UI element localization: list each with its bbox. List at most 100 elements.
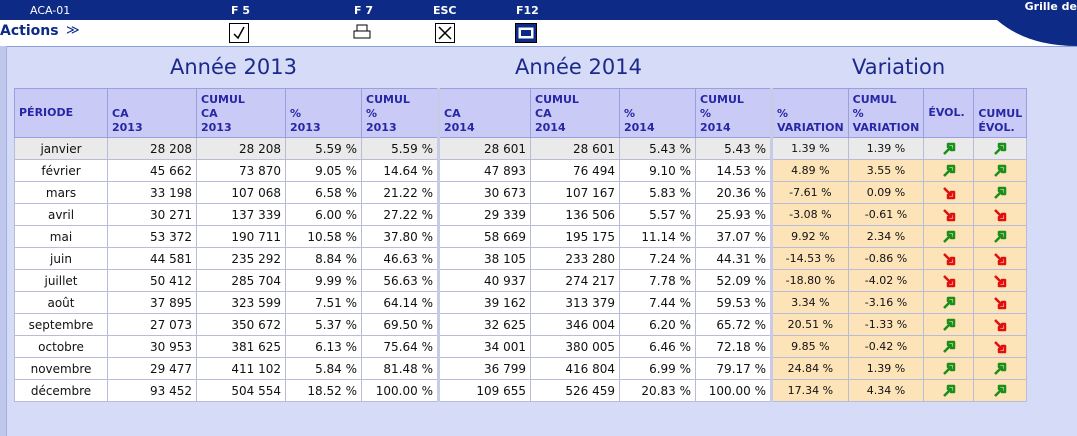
table-row[interactable]: septembre 27 073 350 672 5.37 % 69.50 % 32 62… [14, 313, 1028, 336]
cell-cumul-ca-2013: 107 068 [196, 181, 286, 204]
cell-cumul-pct-2013: 21.22 % [361, 181, 439, 204]
cell-cumul-ca-2014: 28 601 [530, 137, 620, 160]
table-row[interactable]: mars 33 198 107 068 6.58 % 21.22 % 30 673 107 … [14, 181, 1028, 204]
cell-cumul-ca-2014: 346 004 [530, 313, 620, 336]
cell-pct-variation: 1.39 % [770, 137, 849, 160]
actions-menu[interactable]: Actions [0, 23, 59, 39]
cell-cumul-pct-2013: 81.48 % [361, 357, 439, 380]
cell-cumul-ca-2014: 526 459 [530, 379, 620, 402]
cell-evol [923, 335, 975, 358]
f12-key-label: F12 [516, 4, 539, 17]
cell-cumul-pct-2014: 25.93 % [695, 203, 772, 226]
cell-pct-2014: 11.14 % [619, 225, 696, 248]
chevron-down-icon[interactable]: ≫ [66, 23, 80, 38]
cell-cumul-evol [973, 379, 1028, 402]
cell-ca-2014: 34 001 [437, 335, 531, 358]
f12-button[interactable] [515, 23, 537, 43]
print-button[interactable] [353, 23, 371, 41]
cell-pct-2014: 7.24 % [619, 247, 696, 270]
cell-cumul-evol [973, 159, 1028, 182]
cell-ca-2014: 36 799 [437, 357, 531, 380]
table-row[interactable]: juin 44 581 235 292 8.84 % 46.63 % 38 105 233 … [14, 247, 1028, 270]
cell-pct-variation: 20.51 % [770, 313, 849, 336]
col-ca-2013: CA 2013 [107, 88, 197, 138]
cell-cumul-pct-2013: 5.59 % [361, 137, 439, 160]
cell-cumul-variation: 1.39 % [847, 357, 925, 380]
cell-pct-2013: 6.00 % [285, 203, 362, 226]
trend-down-arrow-icon [994, 274, 1007, 287]
trend-up-arrow-icon [994, 362, 1007, 375]
cell-cumul-pct-2014: 65.72 % [695, 313, 772, 336]
table-row[interactable]: octobre 30 953 381 625 6.13 % 75.64 % 34 001 3… [14, 335, 1028, 358]
trend-down-arrow-icon [942, 274, 956, 287]
cell-cumul-pct-2013: 64.14 % [361, 291, 439, 314]
col-cumul-ca-2013: CUMUL CA 2013 [196, 88, 286, 138]
cell-pct-variation: 9.92 % [770, 225, 849, 248]
col-ca-2014: CA 2014 [437, 88, 531, 138]
table-row[interactable]: août 37 895 323 599 7.51 % 64.14 % 39 162 313 … [14, 291, 1028, 314]
cell-cumul-pct-2014: 59.53 % [695, 291, 772, 314]
cell-periode: septembre [14, 313, 108, 336]
cell-cumul-evol [973, 291, 1028, 314]
cell-pct-2014: 7.44 % [619, 291, 696, 314]
sales-grid: PÉRIODE CA 2013 CUMUL CA 2013 % 2013 CUMUL% 2… [14, 88, 1028, 402]
table-row[interactable]: avril 30 271 137 339 6.00 % 27.22 % 29 339 136… [14, 203, 1028, 226]
cell-periode: août [14, 291, 108, 314]
validate-button[interactable] [229, 23, 249, 43]
trend-down-arrow-icon [994, 252, 1007, 265]
cell-evol [923, 379, 975, 402]
trend-down-arrow-icon [942, 186, 956, 199]
cell-cumul-ca-2014: 313 379 [530, 291, 620, 314]
col-pct-2013: % 2013 [285, 88, 362, 138]
cell-pct-variation: -18.80 % [770, 269, 849, 292]
cell-pct-2014: 5.43 % [619, 137, 696, 160]
cell-ca-2014: 29 339 [437, 203, 531, 226]
cell-cumul-ca-2013: 235 292 [196, 247, 286, 270]
cell-cumul-pct-2013: 75.64 % [361, 335, 439, 358]
cell-pct-2013: 6.58 % [285, 181, 362, 204]
cell-cumul-ca-2013: 323 599 [196, 291, 286, 314]
cell-evol [923, 291, 975, 314]
table-row[interactable]: décembre 93 452 504 554 18.52 % 100.00 % 109 … [14, 379, 1028, 402]
screen-code: ACA-01 [30, 4, 71, 17]
year-2013-header: Année 2013 [170, 55, 297, 79]
title-bar: ACA-01 F 5 F 7 ESC F12 Grille de [0, 0, 1077, 20]
cell-cumul-ca-2014: 416 804 [530, 357, 620, 380]
cell-cumul-variation: 2.34 % [847, 225, 925, 248]
cell-cumul-ca-2013: 411 102 [196, 357, 286, 380]
cell-periode: juillet [14, 269, 108, 292]
variation-header: Variation [852, 55, 946, 79]
cell-pct-2013: 6.13 % [285, 335, 362, 358]
cell-cumul-ca-2013: 28 208 [196, 137, 286, 160]
trend-up-arrow-icon [994, 186, 1007, 199]
cell-cumul-pct-2013: 14.64 % [361, 159, 439, 182]
cell-cumul-variation: -1.33 % [847, 313, 925, 336]
cell-cumul-pct-2014: 100.00 % [695, 379, 772, 402]
cell-pct-2013: 18.52 % [285, 379, 362, 402]
cell-ca-2013: 30 271 [107, 203, 197, 226]
cell-periode: décembre [14, 379, 108, 402]
table-row[interactable]: février 45 662 73 870 9.05 % 14.64 % 47 893 76… [14, 159, 1028, 182]
left-stripe [0, 46, 7, 436]
cell-ca-2013: 29 477 [107, 357, 197, 380]
cell-pct-variation: 17.34 % [770, 379, 849, 402]
cell-pct-variation: 4.89 % [770, 159, 849, 182]
cell-periode: mai [14, 225, 108, 248]
cell-ca-2014: 38 105 [437, 247, 531, 270]
escape-button[interactable] [435, 23, 455, 43]
cell-cumul-variation: -0.61 % [847, 203, 925, 226]
table-row[interactable]: mai 53 372 190 711 10.58 % 37.80 % 58 669 195 … [14, 225, 1028, 248]
col-evol: ÉVOL. [923, 88, 975, 138]
cell-ca-2014: 32 625 [437, 313, 531, 336]
cell-evol [923, 225, 975, 248]
col-cumul-pct-2013: CUMUL% 2013 [361, 88, 439, 138]
close-icon [438, 26, 452, 40]
cell-ca-2013: 37 895 [107, 291, 197, 314]
col-pct-variation: % VARIATION [770, 88, 849, 138]
table-row[interactable]: janvier 28 208 28 208 5.59 % 5.59 % 28 601 28 … [14, 137, 1028, 160]
cell-cumul-evol [973, 357, 1028, 380]
table-row[interactable]: novembre 29 477 411 102 5.84 % 81.48 % 36 799… [14, 357, 1028, 380]
trend-up-arrow-icon [942, 318, 956, 331]
table-row[interactable]: juillet 50 412 285 704 9.99 % 56.63 % 40 937 2… [14, 269, 1028, 292]
cell-cumul-ca-2014: 380 005 [530, 335, 620, 358]
